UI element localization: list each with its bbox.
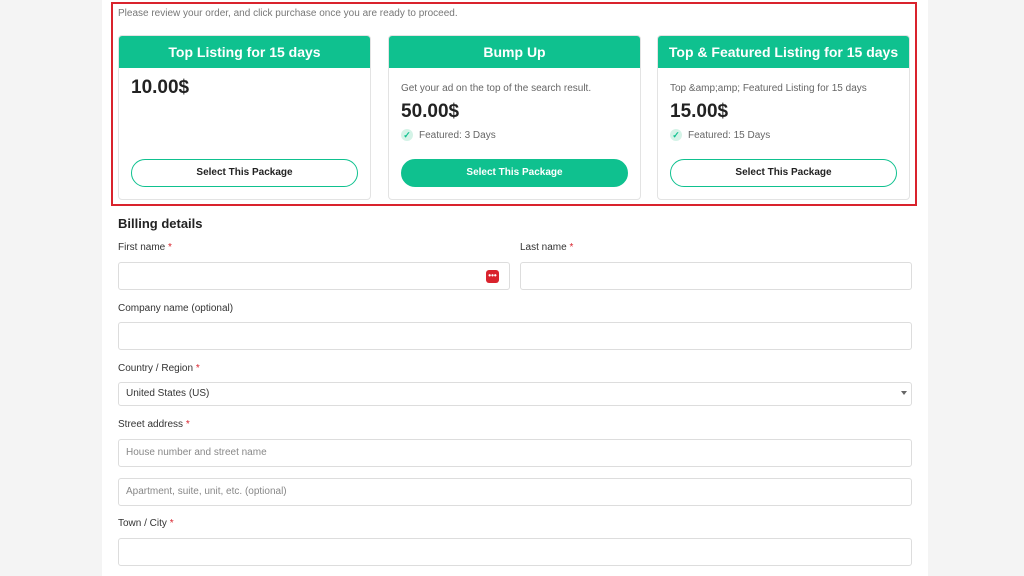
- package-price: 10.00$: [131, 77, 190, 98]
- select-package-button[interactable]: Select This Package: [670, 159, 897, 187]
- street-address-line-1[interactable]: House number and street name: [118, 439, 912, 467]
- label-text: Town / City: [118, 518, 167, 529]
- company-field[interactable]: [118, 322, 912, 350]
- check-icon: ✓: [401, 129, 413, 141]
- required-mark: *: [169, 518, 174, 529]
- package-card-top-featured: Top & Featured Listing for 15 days Top &…: [657, 35, 910, 200]
- city-field[interactable]: [118, 538, 912, 566]
- package-feature: ✓ Featured: 3 Days: [401, 129, 496, 141]
- label-text: Country / Region: [118, 363, 194, 374]
- street-label: Street address *: [118, 419, 190, 430]
- street-address-line-2[interactable]: Apartment, suite, unit, etc. (optional): [118, 478, 912, 506]
- package-price: 15.00$: [670, 101, 729, 122]
- required-mark: *: [168, 242, 172, 253]
- chevron-down-icon: [901, 391, 907, 395]
- package-description: Get your ad on the top of the search res…: [401, 83, 592, 94]
- select-package-button[interactable]: Select This Package: [131, 159, 358, 187]
- label-text: First name: [118, 242, 166, 253]
- select-package-button[interactable]: Select This Package: [401, 159, 628, 187]
- country-label: Country / Region *: [118, 363, 200, 374]
- first-name-field[interactable]: •••: [118, 262, 510, 290]
- required-mark: *: [569, 242, 574, 253]
- last-name-label: Last name *: [520, 242, 573, 253]
- country-select[interactable]: United States (US): [118, 382, 912, 406]
- billing-title: Billing details: [118, 216, 203, 231]
- package-card-bump-up: Bump Up Get your ad on the top of the se…: [388, 35, 641, 200]
- label-text: Street address: [118, 419, 184, 430]
- package-title: Top Listing for 15 days: [119, 36, 370, 68]
- package-feature: ✓ Featured: 15 Days: [670, 129, 770, 141]
- package-title: Bump Up: [389, 36, 640, 68]
- feature-text: Featured: 15 Days: [688, 129, 771, 141]
- check-icon: ✓: [670, 129, 682, 141]
- first-name-label: First name *: [118, 242, 172, 253]
- city-label: Town / City *: [118, 518, 174, 529]
- package-card-top-listing: Top Listing for 15 days 10.00$ Select Th…: [118, 35, 371, 200]
- package-title: Top & Featured Listing for 15 days: [658, 36, 909, 68]
- required-mark: *: [195, 363, 200, 374]
- feature-text: Featured: 3 Days: [419, 129, 496, 141]
- label-text: Last name: [520, 242, 567, 253]
- last-name-field[interactable]: [520, 262, 912, 290]
- country-selected-value: United States (US): [126, 388, 210, 399]
- package-price: 50.00$: [401, 101, 460, 122]
- password-manager-icon[interactable]: •••: [486, 270, 499, 283]
- required-mark: *: [185, 419, 190, 430]
- company-label: Company name (optional): [118, 303, 234, 314]
- package-description: Top &amp;amp; Featured Listing for 15 da…: [670, 83, 867, 94]
